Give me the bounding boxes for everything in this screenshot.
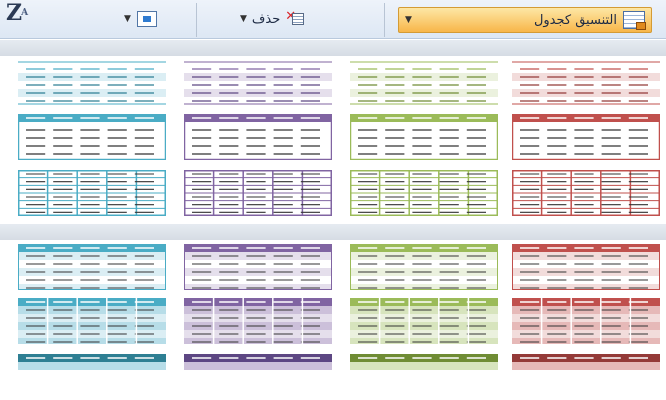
- table-style-thumbnail-dark-partial-purple[interactable]: [184, 354, 332, 400]
- table-style-preview: [184, 170, 332, 216]
- table-style-thumbnail-medium-block-purple[interactable]: [184, 298, 332, 344]
- table-style-preview: [184, 61, 332, 105]
- table-style-preview: [18, 114, 166, 160]
- chevron-down-icon: ▼: [240, 14, 247, 24]
- table-style-preview: [18, 244, 166, 290]
- table-style-preview: [184, 114, 332, 160]
- table-style-thumbnail-light-striped-purple[interactable]: [184, 60, 332, 106]
- chevron-down-icon: ▼: [405, 15, 412, 25]
- table-style-preview: [512, 114, 660, 160]
- table-style-thumbnail-medium-grid-teal[interactable]: [18, 170, 166, 216]
- table-style-preview: [512, 298, 660, 344]
- gallery-section-header-light: [0, 40, 666, 56]
- table-style-preview: [350, 61, 498, 105]
- table-style-thumbnail-medium-grid-red[interactable]: [512, 170, 660, 216]
- ribbon-separator: [384, 3, 385, 37]
- ribbon-toolbar: ZA ▼ ▼ حذف ✕ ▼ التنسيق كجدول: [0, 0, 666, 39]
- table-style-thumbnail-dark-partial-teal[interactable]: [18, 354, 166, 400]
- format-as-table-button[interactable]: ▼ التنسيق كجدول: [398, 7, 652, 33]
- table-style-thumbnail-medium-block-red[interactable]: [512, 298, 660, 344]
- format-as-table-icon: [623, 11, 646, 30]
- table-style-preview: [512, 354, 660, 370]
- table-style-preview: [512, 244, 660, 290]
- delete-label: حذف: [251, 11, 281, 27]
- table-style-preview: [184, 354, 332, 370]
- insert-icon: [136, 11, 157, 27]
- gallery-section-header-medium: [0, 224, 666, 240]
- table-style-thumbnail-light-striped-olive[interactable]: [350, 60, 498, 106]
- table-style-preview: [512, 61, 660, 105]
- table-style-thumbnail-medium-banded-olive[interactable]: [350, 244, 498, 290]
- table-style-preview: [350, 170, 498, 216]
- insert-split-button[interactable]: ▼: [124, 9, 174, 29]
- table-style-thumbnail-medium-header-purple[interactable]: [184, 114, 332, 160]
- table-style-preview: [18, 354, 166, 370]
- table-style-thumbnail-medium-header-teal[interactable]: [18, 114, 166, 160]
- table-style-thumbnail-medium-block-teal[interactable]: [18, 298, 166, 344]
- table-style-preview: [18, 298, 166, 344]
- table-style-preview: [350, 354, 498, 370]
- delete-icon: ✕: [285, 9, 305, 26]
- table-style-thumbnail-light-striped-red[interactable]: [512, 60, 660, 106]
- table-style-preview: [350, 244, 498, 290]
- table-style-thumbnail-medium-grid-olive[interactable]: [350, 170, 498, 216]
- table-style-thumbnail-dark-partial-olive[interactable]: [350, 354, 498, 400]
- table-style-preview: [18, 61, 166, 105]
- table-style-preview: [184, 298, 332, 344]
- table-style-thumbnail-medium-grid-purple[interactable]: [184, 170, 332, 216]
- table-style-thumbnail-medium-banded-red[interactable]: [512, 244, 660, 290]
- table-style-thumbnail-medium-block-olive[interactable]: [350, 298, 498, 344]
- format-as-table-label: التنسيق كجدول: [533, 12, 617, 28]
- table-style-thumbnail-medium-header-red[interactable]: [512, 114, 660, 160]
- table-style-thumbnail-light-striped-teal[interactable]: [18, 60, 166, 106]
- ribbon-separator: [196, 3, 197, 37]
- table-style-preview: [18, 170, 166, 216]
- table-style-thumbnail-medium-banded-purple[interactable]: [184, 244, 332, 290]
- table-style-preview: [184, 244, 332, 290]
- table-style-preview: [512, 170, 660, 216]
- table-style-thumbnail-dark-partial-red[interactable]: [512, 354, 660, 400]
- table-style-thumbnail-medium-header-olive[interactable]: [350, 114, 498, 160]
- table-style-thumbnail-medium-banded-teal[interactable]: [18, 244, 166, 290]
- table-style-preview: [350, 114, 498, 160]
- chevron-down-icon[interactable]: ▼: [124, 14, 131, 24]
- delete-button[interactable]: ▼ حذف ✕: [238, 9, 305, 29]
- table-style-preview: [350, 298, 498, 344]
- sort-za-icon[interactable]: ZA: [6, 2, 58, 26]
